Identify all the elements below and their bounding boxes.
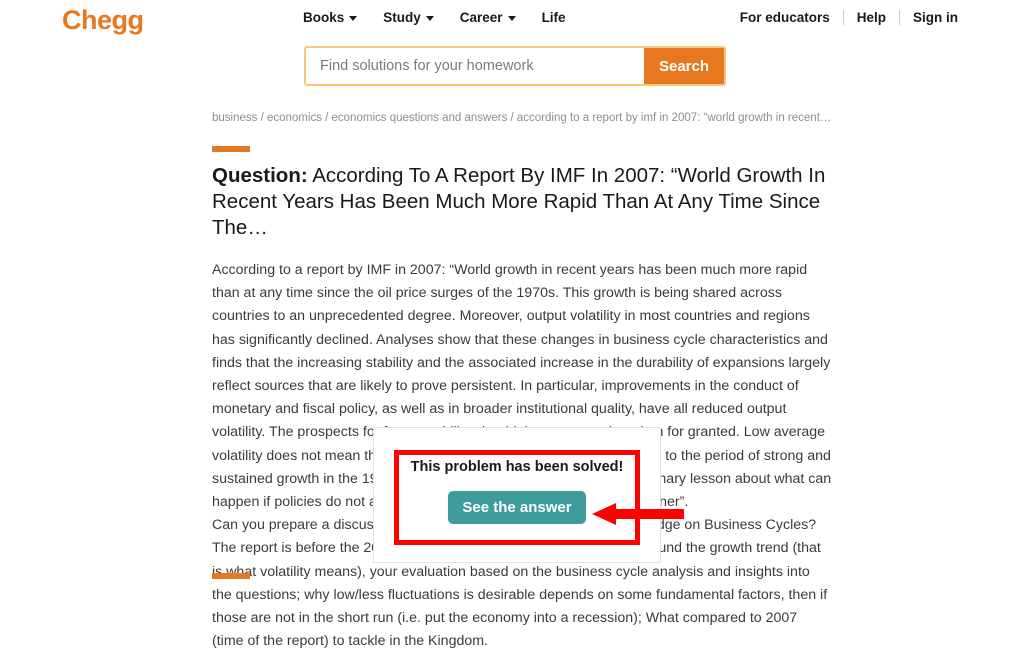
nav-item-life-label: Life bbox=[541, 10, 566, 25]
utility-navigation: For educators Help Sign in bbox=[740, 10, 958, 25]
search-bar: Search bbox=[304, 46, 726, 86]
annotation-arrow-icon bbox=[592, 503, 684, 525]
page-title: Question: According To A Report By IMF I… bbox=[212, 163, 832, 241]
chegg-logo[interactable]: Chegg bbox=[62, 5, 144, 36]
footer-accent-bar bbox=[212, 573, 250, 579]
breadcrumb[interactable]: business / economics / economics questio… bbox=[212, 112, 832, 124]
chevron-down-icon bbox=[507, 16, 516, 21]
nav-item-life[interactable]: Life bbox=[542, 10, 566, 25]
question-label: Question: bbox=[212, 164, 308, 187]
nav-item-career[interactable]: Career bbox=[460, 10, 516, 25]
search-input[interactable] bbox=[306, 48, 644, 84]
nav-item-help[interactable]: Help bbox=[857, 10, 886, 25]
main-navigation: Books Study Career Life bbox=[303, 10, 566, 25]
nav-item-for-educators[interactable]: For educators bbox=[740, 10, 830, 25]
nav-item-career-label: Career bbox=[459, 10, 503, 25]
chevron-down-icon bbox=[425, 16, 434, 21]
nav-item-study[interactable]: Study bbox=[383, 10, 434, 25]
divider bbox=[842, 10, 844, 25]
chevron-down-icon bbox=[349, 16, 358, 21]
nav-item-study-label: Study bbox=[383, 10, 421, 25]
question-content: business / economics / economics questio… bbox=[212, 112, 832, 653]
annotation-rectangle bbox=[394, 450, 640, 545]
nav-item-sign-in[interactable]: Sign in bbox=[913, 10, 958, 25]
site-header: Chegg Books Study Career Life For educat… bbox=[0, 0, 1024, 100]
nav-item-books-label: Books bbox=[303, 10, 345, 25]
search-button[interactable]: Search bbox=[644, 48, 724, 84]
title-accent-bar bbox=[212, 146, 250, 152]
nav-item-books[interactable]: Books bbox=[303, 10, 358, 25]
divider bbox=[899, 10, 900, 25]
